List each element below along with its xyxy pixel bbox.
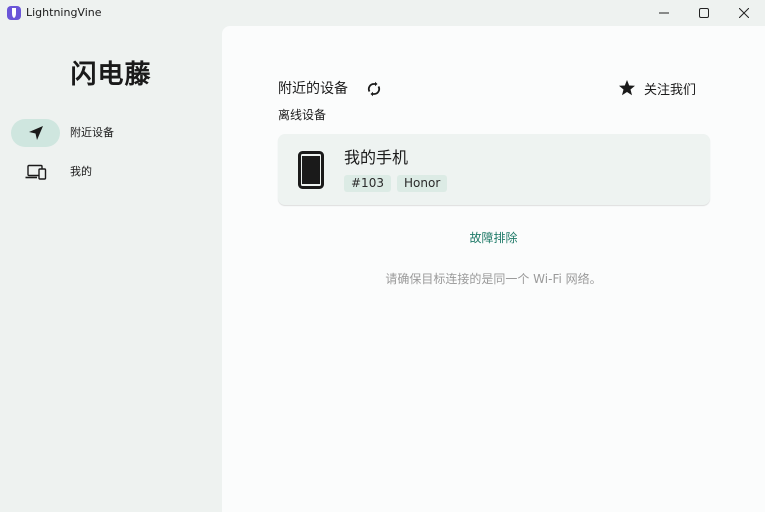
device-brand-badge: Honor [397, 175, 448, 192]
title-bar[interactable]: LightningVine [0, 0, 765, 26]
follow-us-label: 关注我们 [644, 82, 697, 98]
device-id-badge: #103 [344, 175, 391, 192]
nearby-devices-heading: 附近的设备 [278, 81, 348, 97]
device-card[interactable]: 我的手机 #103 Honor [278, 134, 710, 205]
troubleshoot-label[interactable]: 故障排除 [469, 231, 517, 245]
app-logo-icon [7, 6, 21, 20]
nav-pill [11, 158, 60, 186]
sidebar-item-mine[interactable]: 我的 [11, 158, 211, 186]
refresh-icon [368, 81, 380, 97]
main-content: 附近的设备 关注我们 离线设备 我的手机 #103 Honor 故障排除 请确保… [222, 26, 765, 512]
window-title: LightningVine [26, 6, 102, 19]
sidebar-item-label: 附近设备 [70, 126, 114, 139]
sidebar: 闪电藤 附近设备 我的 [0, 26, 222, 512]
offline-devices-heading: 离线设备 [278, 108, 327, 122]
nav-pill [11, 119, 60, 147]
star-icon [619, 80, 635, 96]
phone-icon [298, 151, 324, 189]
device-name: 我的手机 [344, 148, 409, 167]
sidebar-item-label: 我的 [70, 165, 92, 178]
app-brand-title: 闪电藤 [70, 60, 152, 90]
devices-icon [25, 164, 46, 180]
navigation-arrow-icon [28, 126, 43, 140]
network-hint-text: 请确保目标连接的是同一个 Wi-Fi 网络。 [385, 272, 602, 286]
maximize-icon [699, 8, 709, 18]
minimize-icon [659, 12, 669, 14]
troubleshoot-link[interactable]: 故障排除 [222, 230, 765, 246]
sidebar-item-nearby-devices[interactable]: 附近设备 [11, 119, 211, 147]
close-button[interactable] [724, 0, 764, 26]
refresh-button[interactable] [364, 79, 384, 99]
app-window: LightningVine 闪电藤 附近设备 我的 附近的设备 关注我们 离线设… [0, 0, 765, 512]
maximize-button[interactable] [684, 0, 724, 26]
minimize-button[interactable] [644, 0, 684, 26]
close-icon [739, 8, 749, 18]
follow-us-button[interactable]: 关注我们 [618, 77, 696, 99]
